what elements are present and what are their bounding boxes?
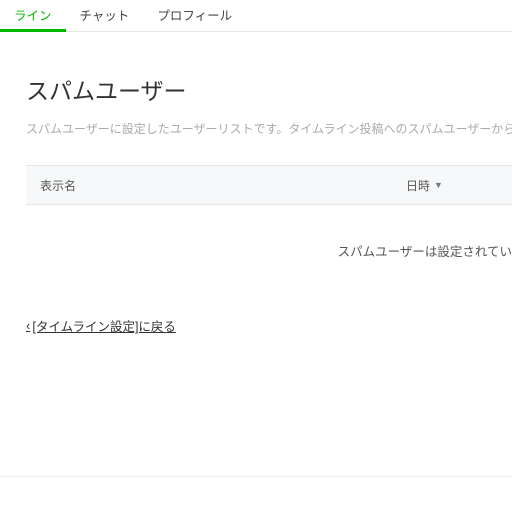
page-description: スパムユーザーに設定したユーザーリストです。タイムライン投稿へのスパムユーザーか… [26, 120, 512, 139]
column-header-name[interactable]: 表示名 [26, 177, 406, 194]
main-content: スパムユーザー スパムユーザーに設定したユーザーリストです。タイムライン投稿への… [0, 32, 512, 335]
tab-profile[interactable]: プロフィール [143, 0, 246, 32]
tab-bar: ライン チャット プロフィール [0, 0, 512, 32]
tab-chat[interactable]: チャット [66, 0, 144, 32]
back-link-label: [タイムライン設定]に戻る [32, 316, 176, 335]
back-link-container: ‹ [タイムライン設定]に戻る [26, 316, 512, 335]
page-title: スパムユーザー [26, 72, 512, 106]
table-header: 表示名 日時 ▼ [26, 165, 512, 205]
tab-timeline[interactable]: ライン [0, 0, 66, 32]
chevron-left-icon: ‹ [26, 318, 30, 333]
sort-desc-icon: ▼ [434, 180, 443, 190]
column-header-date-label: 日時 [406, 177, 430, 194]
column-header-date[interactable]: 日時 ▼ [406, 177, 443, 194]
back-link[interactable]: ‹ [タイムライン設定]に戻る [26, 316, 176, 335]
footer-divider [0, 476, 512, 477]
empty-state-message: スパムユーザーは設定されてい [26, 205, 512, 296]
